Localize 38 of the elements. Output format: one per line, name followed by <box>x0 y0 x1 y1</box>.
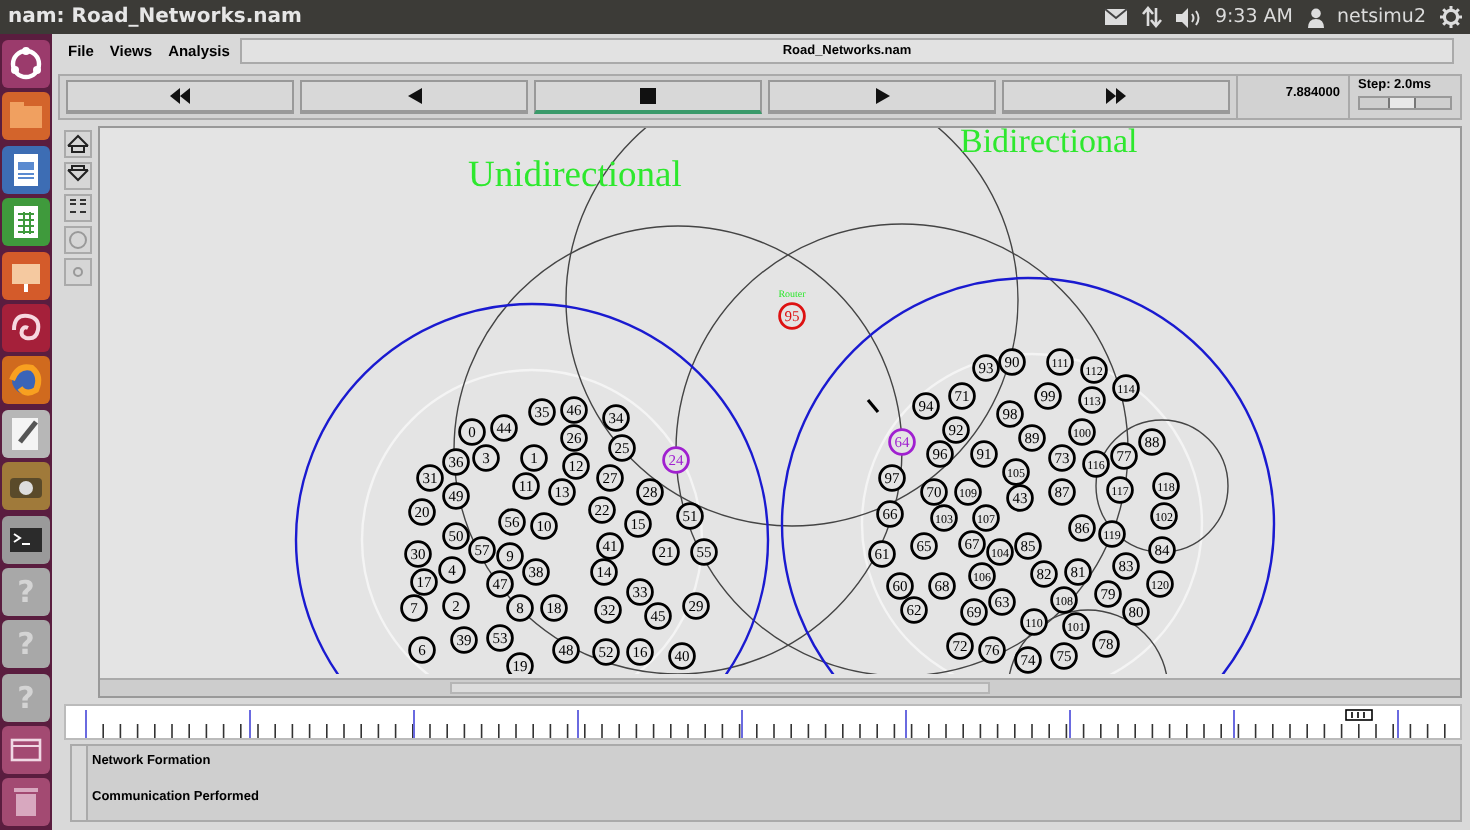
user-name[interactable]: netsimu2 <box>1337 6 1426 28</box>
packet-mark <box>866 398 880 414</box>
swirl-icon[interactable] <box>2 303 50 352</box>
folder-icon[interactable] <box>2 92 50 141</box>
trash-icon[interactable] <box>2 778 50 827</box>
back-icon <box>407 88 421 104</box>
area-label: Bidirectional <box>960 128 1138 160</box>
up-down-arrows-icon[interactable] <box>1142 6 1163 28</box>
tool-button[interactable] <box>64 130 92 158</box>
tool-button[interactable] <box>64 162 92 190</box>
tool-button[interactable] <box>64 194 92 222</box>
spreadsheet-icon[interactable] <box>2 198 50 247</box>
fast-forward-icon <box>1106 88 1126 104</box>
timeline-ruler[interactable] <box>64 704 1462 740</box>
clock-time[interactable]: 9:33 AM <box>1214 6 1293 28</box>
window-icon[interactable] <box>2 726 50 775</box>
pencil-on-paper-icon[interactable] <box>2 409 50 458</box>
fast-forward-button[interactable] <box>1002 80 1230 114</box>
time-marker-icon[interactable] <box>1345 709 1373 721</box>
globe-icon[interactable] <box>2 356 50 405</box>
text-document-icon[interactable] <box>2 145 50 194</box>
mail-icon[interactable] <box>1104 8 1129 26</box>
terminal-icon[interactable] <box>2 515 50 564</box>
speaker-icon[interactable] <box>1176 7 1201 27</box>
vertical-scrollbar[interactable] <box>72 746 88 820</box>
rewind-button[interactable] <box>66 80 294 114</box>
stop-button[interactable] <box>534 80 762 114</box>
presentation-icon[interactable] <box>2 251 50 300</box>
play-icon <box>875 88 889 104</box>
person-icon[interactable] <box>1307 7 1323 27</box>
rewind-icon <box>170 88 190 104</box>
ubuntu-logo-icon[interactable] <box>2 40 50 88</box>
step-slider[interactable] <box>1358 96 1452 110</box>
horizontal-scrollbar[interactable] <box>100 678 1460 696</box>
camera-icon[interactable] <box>2 462 50 511</box>
window-title: nam: Road_Networks.nam <box>8 6 302 28</box>
gear-icon[interactable] <box>1440 6 1462 28</box>
stop-icon <box>640 88 656 104</box>
